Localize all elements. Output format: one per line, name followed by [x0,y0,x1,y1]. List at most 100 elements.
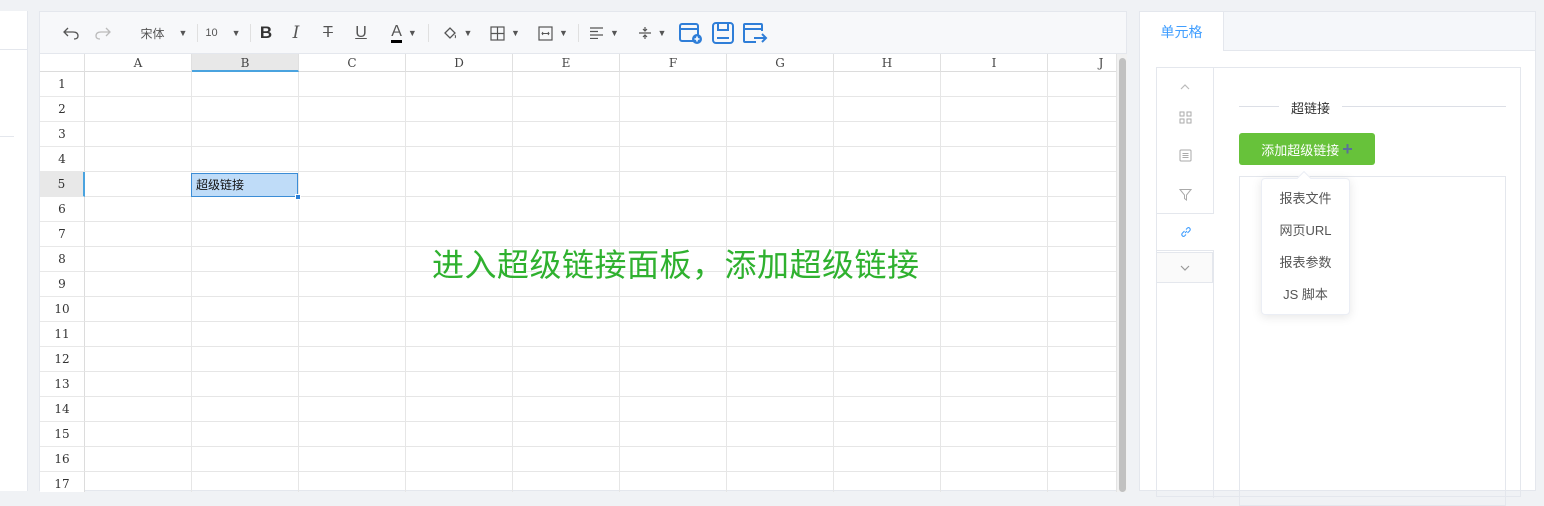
row-header[interactable]: 14 [40,397,85,422]
merge-cells-button[interactable]: ▼ [534,21,572,45]
vertical-scrollbar[interactable] [1116,54,1127,492]
row-header[interactable]: 16 [40,447,85,472]
annotation-text: 进入超级链接面板，添加超级链接 [432,246,920,284]
add-hyperlink-label: 添加超级链接 [1261,142,1340,158]
insert-sheet-icon[interactable] [678,21,704,45]
column-header[interactable]: I [941,54,1048,72]
chevron-down-icon: ▼ [610,28,619,38]
toolbar: 宋体 ▼ 10 ▼ B I T U A ▼ ▼ ▼ ▼ ▼ ▼ [40,12,1126,54]
scrollbar-thumb[interactable] [1119,58,1126,492]
add-hyperlink-button[interactable]: 添加超级链接 + [1239,133,1375,165]
column-header[interactable]: H [834,54,941,72]
dropdown-item-web-url[interactable]: 网页URL [1262,215,1349,247]
column-header[interactable]: J [1048,54,1116,72]
paint-bucket-icon [443,27,456,39]
grid-line [85,396,1116,397]
column-header[interactable]: C [299,54,406,72]
grid-line [85,471,1116,472]
row-header[interactable]: 2 [40,97,85,122]
grid-line [405,72,406,492]
row-header[interactable]: 12 [40,347,85,372]
chevron-down-icon[interactable] [1157,252,1213,283]
chevron-down-icon: ▼ [231,28,241,38]
grid-line [85,421,1116,422]
export-icon[interactable] [741,21,769,45]
fill-color-button[interactable]: ▼ [438,21,476,45]
grid-line [940,72,941,492]
font-size-value: 10 [205,27,218,39]
italic-icon[interactable]: I [286,21,306,45]
selected-cell[interactable]: 超级链接 [191,173,298,197]
horizontal-align-button[interactable]: ▼ [585,21,623,45]
grid-line [1047,72,1048,492]
grid-icon[interactable] [1157,98,1213,136]
grid-line [191,72,192,492]
border-button[interactable]: ▼ [486,21,524,45]
fill-handle[interactable] [295,194,301,200]
list-icon[interactable] [1157,136,1213,174]
row-header[interactable]: 7 [40,222,85,247]
row-header[interactable]: 13 [40,372,85,397]
link-icon[interactable] [1157,213,1214,251]
save-icon[interactable] [710,21,736,45]
row-header[interactable]: 3 [40,122,85,147]
divider [0,136,14,137]
column-header[interactable]: F [620,54,727,72]
chevron-down-icon: ▼ [559,28,568,38]
grid-line [85,346,1116,347]
underline-icon[interactable]: U [351,21,371,45]
redo-icon[interactable] [92,21,114,45]
vertical-align-button[interactable]: ▼ [633,21,671,45]
row-header[interactable]: 11 [40,322,85,347]
row-header[interactable]: 4 [40,147,85,172]
row-header[interactable]: 9 [40,272,85,297]
chevron-down-icon: ▼ [463,28,473,38]
row-header[interactable]: 10 [40,297,85,322]
text-color-icon: A [391,23,402,43]
row-header[interactable]: 8 [40,247,85,272]
font-size-select[interactable]: 10 ▼ [203,21,243,45]
grid-line [85,146,1116,147]
grid-corner[interactable] [40,54,85,72]
row-header[interactable]: 6 [40,197,85,222]
column-header[interactable]: E [513,54,620,72]
dropdown-item-js-script[interactable]: JS 脚本 [1262,279,1349,311]
grid-line [85,371,1116,372]
grid-line [298,72,299,492]
tab-cell[interactable]: 单元格 [1140,12,1224,51]
add-hyperlink-dropdown: 报表文件 网页URL 报表参数 JS 脚本 [1261,170,1350,315]
row-header[interactable]: 5 [40,172,85,197]
column-header[interactable]: G [727,54,834,72]
column-header[interactable]: B [192,54,299,72]
bold-icon[interactable]: B [255,21,277,45]
font-family-select[interactable]: 宋体 ▼ [136,21,192,45]
text-color-button[interactable]: A ▼ [386,21,422,45]
align-left-icon [590,27,604,39]
left-panel-edge [0,11,28,491]
grid-line [85,171,1116,172]
chevron-down-icon: ▼ [407,28,417,38]
strikethrough-icon[interactable]: T [318,21,338,45]
toolbar-divider [197,24,198,42]
section-title: 超链接 [1279,98,1343,117]
row-header[interactable]: 17 [40,472,85,492]
plus-icon: + [1342,139,1353,159]
chevron-down-icon: ▼ [657,28,667,38]
vertical-align-icon [638,27,651,39]
column-header[interactable]: D [406,54,513,72]
toolbar-divider [428,24,429,42]
border-icon [490,25,505,41]
row-header[interactable]: 15 [40,422,85,447]
dropdown-item-report-file[interactable]: 报表文件 [1262,183,1349,215]
grid-line [85,221,1116,222]
grid-line [85,121,1116,122]
toolbar-divider [578,24,579,42]
row-header[interactable]: 1 [40,72,85,97]
panel-tabbar: 单元格 [1140,12,1535,51]
undo-icon[interactable] [60,21,82,45]
filter-icon[interactable] [1157,175,1213,213]
column-header[interactable]: A [85,54,192,72]
grid-line [85,296,1116,297]
grid-line [85,446,1116,447]
dropdown-item-report-param[interactable]: 报表参数 [1262,247,1349,279]
